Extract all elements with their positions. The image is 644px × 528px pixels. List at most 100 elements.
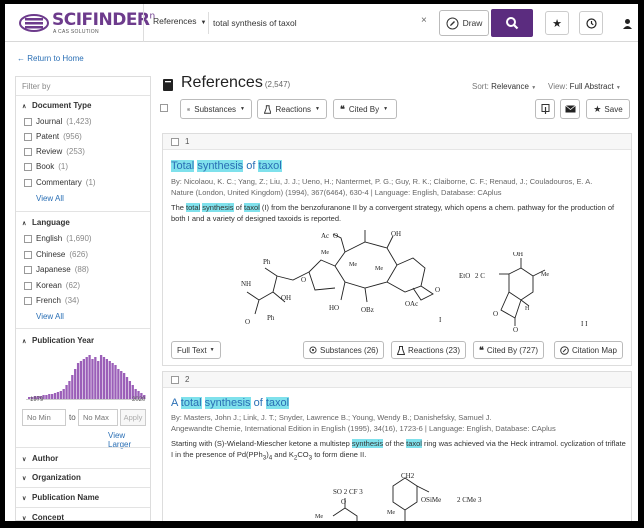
facet-chinese[interactable]: Chinese (626) <box>24 250 88 259</box>
chemical-structure-benzofuranone[interactable]: EtO 2 C OH Me H O O I I <box>459 252 619 332</box>
language-view-all[interactable]: View All <box>36 312 64 321</box>
citation-map-button[interactable]: Citation Map <box>554 341 623 359</box>
chemical-structure-triflate[interactable]: CH2 SO 2 CF 3 O Me OSiMe 2 CMe 3 Me <box>293 472 513 521</box>
export-button[interactable] <box>535 99 555 119</box>
histogram-bar <box>108 361 111 399</box>
chevron-down-icon: ∨ <box>22 496 27 502</box>
facet-patent[interactable]: Patent (956) <box>24 132 82 141</box>
checkbox[interactable] <box>24 147 32 156</box>
histogram-bar <box>102 357 106 399</box>
caret-down-icon: ▼ <box>531 85 537 91</box>
chevron-up-icon: ∧ <box>22 104 27 110</box>
email-button[interactable] <box>560 99 580 119</box>
struct-label: HO <box>329 304 339 312</box>
struct-label: I <box>439 316 442 324</box>
document-type-view-all[interactable]: View All <box>36 194 64 203</box>
checkbox[interactable] <box>24 250 32 259</box>
result-title-link[interactable]: A total synthesis of taxol <box>171 397 290 409</box>
substances-button[interactable]: Substances ▼ <box>180 99 252 119</box>
result-source: Nature (London, United Kingdom) (1994), … <box>171 188 502 197</box>
concept-section-toggle[interactable]: ∨ Concept <box>22 513 64 521</box>
result-reactions-button[interactable]: Reactions (23) <box>391 341 467 359</box>
result-checkbox[interactable] <box>171 137 179 146</box>
facet-french[interactable]: French (34) <box>24 296 79 305</box>
facet-label: Commentary <box>36 178 82 187</box>
facet-english[interactable]: English (1,690) <box>24 234 92 243</box>
result-substances-button[interactable]: Substances (26) <box>303 341 385 359</box>
text-run: The <box>171 203 187 212</box>
facet-japanese[interactable]: Japanese (88) <box>24 265 89 274</box>
sort-dropdown[interactable]: Sort: Relevance ▼ <box>472 82 536 91</box>
histogram-bar <box>114 365 117 399</box>
search-scope-dropdown[interactable]: References ▼ <box>153 16 206 26</box>
cited-by-button[interactable]: ❝ Cited By ▼ <box>333 99 397 119</box>
search-term-highlight: total <box>180 397 202 409</box>
author-section-toggle[interactable]: ∨ Author <box>22 454 58 463</box>
organization-section-toggle[interactable]: ∨ Organization <box>22 473 81 482</box>
result-authors: By: Nicolaou, K. C.; Yang, Z.; Liu, J. J… <box>171 177 593 186</box>
search-button[interactable] <box>491 9 533 37</box>
substances-count-label: Substances (26) <box>320 345 379 355</box>
pencil-circle-icon <box>446 17 459 29</box>
histogram-bar <box>45 395 48 399</box>
language-section-toggle[interactable]: ∧ Language <box>22 218 70 227</box>
view-dropdown[interactable]: View: Full Abstract ▼ <box>548 82 621 91</box>
reactions-button[interactable]: Reactions ▼ <box>257 99 327 119</box>
result-cited-by-button[interactable]: ❝ Cited By (727) <box>473 341 544 359</box>
checkbox[interactable] <box>24 234 32 243</box>
favorites-button[interactable]: ★ <box>545 11 569 35</box>
flask-icon <box>264 104 272 114</box>
search-term-highlight: synthesis <box>197 160 244 172</box>
select-all-checkbox[interactable] <box>160 104 168 112</box>
concept-title: Concept <box>32 513 64 521</box>
search-term-highlight: synthesis <box>351 439 384 448</box>
publication-name-section-toggle[interactable]: ∨ Publication Name <box>22 493 99 502</box>
struct-label: Me <box>321 250 329 256</box>
publication-name-title: Publication Name <box>32 493 100 502</box>
scifinder-logo[interactable]: SCIFINDERn A CAS SOLUTION <box>19 10 155 36</box>
star-icon: ★ <box>552 17 562 30</box>
draw-button[interactable]: Draw <box>439 10 489 36</box>
facet-korean[interactable]: Korean (62) <box>24 281 80 290</box>
history-button[interactable] <box>579 11 603 35</box>
return-to-home-link[interactable]: ← Return to Home <box>17 54 84 63</box>
histogram-bar <box>91 359 94 399</box>
facet-review[interactable]: Review (253) <box>24 147 85 156</box>
max-year-input[interactable] <box>78 409 118 426</box>
clock-icon <box>585 17 597 29</box>
divider <box>16 95 150 96</box>
document-type-section-toggle[interactable]: ∧ Document Type <box>22 101 91 110</box>
logo-subtitle: A CAS SOLUTION <box>53 29 99 35</box>
struct-label: H <box>525 306 530 312</box>
checkbox[interactable] <box>24 162 32 171</box>
user-menu[interactable] <box>615 11 638 35</box>
sort-value: Relevance <box>491 82 529 91</box>
min-year-input[interactable] <box>22 409 66 426</box>
facet-commentary[interactable]: Commentary (1) <box>24 178 96 187</box>
apply-year-button[interactable]: Apply <box>120 409 146 426</box>
chevron-up-icon: ∧ <box>22 339 27 345</box>
checkbox[interactable] <box>24 117 32 126</box>
checkbox[interactable] <box>24 265 32 274</box>
checkbox[interactable] <box>24 178 32 187</box>
checkbox[interactable] <box>24 296 32 305</box>
histogram-bar <box>65 385 68 399</box>
reactions-label: Reactions <box>275 104 312 114</box>
result-title-link[interactable]: Total synthesis of taxol <box>171 160 282 172</box>
facet-journal[interactable]: Journal (1,423) <box>24 117 92 126</box>
facet-count: (253) <box>66 147 85 156</box>
result-checkbox[interactable] <box>171 375 179 384</box>
facet-book[interactable]: Book (1) <box>24 162 68 171</box>
checkbox[interactable] <box>24 132 32 141</box>
publication-year-section-toggle[interactable]: ∧ Publication Year <box>22 336 94 345</box>
struct-label: EtO <box>459 272 470 280</box>
publication-year-histogram[interactable] <box>22 353 146 401</box>
search-input[interactable] <box>213 14 433 32</box>
checkbox[interactable] <box>24 281 32 290</box>
chemical-structure-taxol[interactable]: Ac O O OH Me Me Me Ph NH O Ph OH O HO OB… <box>237 230 457 330</box>
struct-label: O <box>245 318 250 326</box>
save-button[interactable]: ★ Save <box>586 99 630 119</box>
clear-search-icon[interactable]: × <box>421 15 427 26</box>
histogram-bar <box>62 389 65 399</box>
full-text-button[interactable]: Full Text ▼ <box>171 341 221 359</box>
